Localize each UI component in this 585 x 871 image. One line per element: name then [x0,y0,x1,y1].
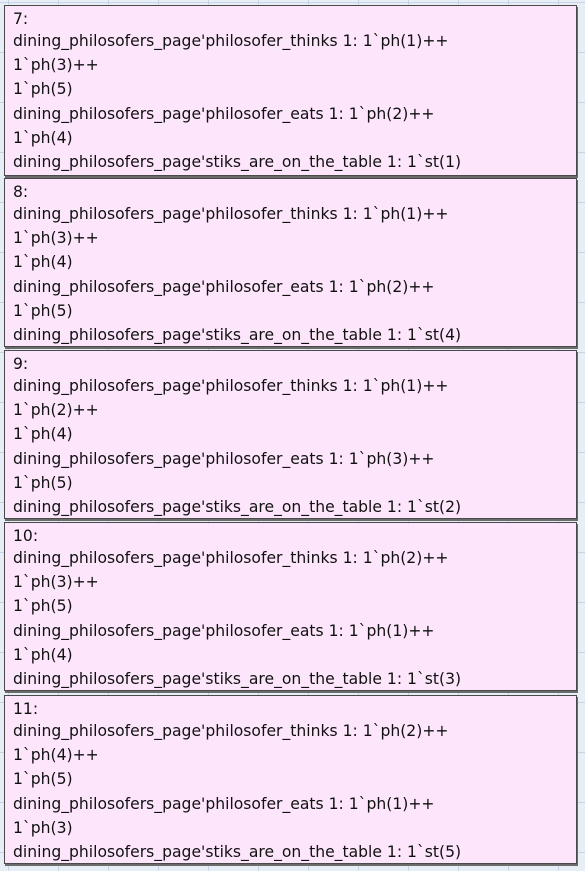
place-marking-line: dining_philosofers_page'philosofer_eats … [13,277,435,296]
place-marking-line: dining_philosofers_page'philosofer_eats … [13,104,435,123]
state-node-8[interactable]: 8: dining_philosofers_page'philosofer_th… [4,178,577,347]
place-marking-line: 1`ph(5) [13,301,73,320]
state-node-11[interactable]: 11: dining_philosofers_page'philosofer_t… [4,695,577,864]
place-marking-line: dining_philosofers_page'stiks_are_on_the… [13,669,462,688]
place-marking-line: 1`ph(4) [13,645,73,664]
place-marking-line: 1`ph(5) [13,770,73,789]
place-marking-line: 1`ph(4)++ [13,746,99,765]
place-marking-line: 1`ph(3)++ [13,56,99,75]
place-marking-line: 1`ph(3)++ [13,229,99,248]
place-marking-line: dining_philosofers_page'philosofer_eats … [13,449,435,468]
state-node-10[interactable]: 10: dining_philosofers_page'philosofer_t… [4,522,577,691]
place-marking-line: dining_philosofers_page'philosofer_think… [13,549,449,567]
place-marking-line: dining_philosofers_page'stiks_are_on_the… [13,842,462,861]
place-marking-line: dining_philosofers_page'stiks_are_on_the… [13,497,462,516]
place-marking-line: dining_philosofers_page'philosofer_think… [13,205,449,223]
place-marking-line: 1`ph(3)++ [13,573,99,592]
place-marking-line: dining_philosofers_page'philosofer_eats … [13,621,435,640]
place-marking-line: 1`ph(5) [13,597,73,616]
place-marking-line: 1`ph(4) [13,128,73,147]
state-id: 11: [13,700,39,718]
place-marking-line: dining_philosofers_page'stiks_are_on_the… [13,152,462,171]
place-marking-line: dining_philosofers_page'philosofer_eats … [13,794,435,813]
place-marking-line: dining_philosofers_page'philosofer_think… [13,722,449,740]
place-marking-line: 1`ph(5) [13,473,73,492]
place-marking-line: 1`ph(5) [13,80,73,99]
state-id: 8: [13,183,29,201]
state-id: 10: [13,527,39,545]
place-marking-line: 1`ph(4) [13,425,73,444]
state-node-9[interactable]: 9: dining_philosofers_page'philosofer_th… [4,350,577,519]
place-marking-line: dining_philosofers_page'stiks_are_on_the… [13,325,462,344]
place-marking-line: 1`ph(4) [13,253,73,272]
state-id: 7: [13,10,29,28]
state-node-7[interactable]: 7: dining_philosofers_page'philosofer_th… [4,5,577,176]
place-marking-line: 1`ph(2)++ [13,401,99,420]
place-marking-line: dining_philosofers_page'philosofer_think… [13,377,449,395]
state-space-canvas: 7: dining_philosofers_page'philosofer_th… [0,0,585,871]
state-id: 9: [13,355,29,373]
place-marking-line: 1`ph(3) [13,818,73,837]
place-marking-line: dining_philosofers_page'philosofer_think… [13,32,449,50]
